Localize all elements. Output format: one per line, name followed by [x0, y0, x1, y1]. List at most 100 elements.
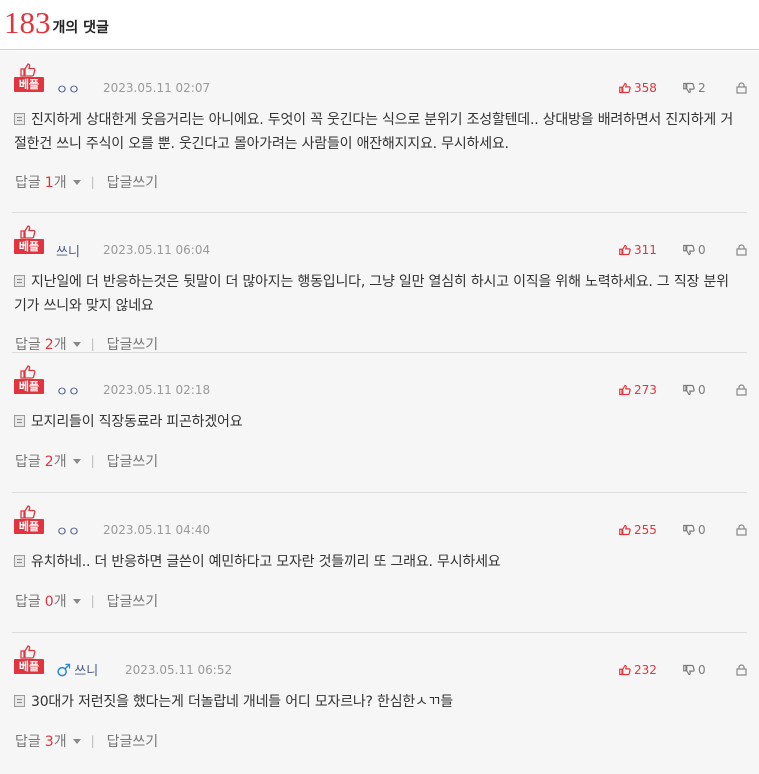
thumbs-up-icon — [20, 645, 36, 659]
report-button[interactable] — [736, 524, 747, 536]
like-button[interactable]: 311 — [619, 243, 657, 257]
thumbs-up-icon — [619, 82, 631, 94]
dislike-count: 2 — [698, 81, 706, 95]
comment-item: 베플 쓰니 2023.05.11 06:04 311 0 지난일에 더 반응하는… — [12, 213, 747, 353]
thumbs-down-icon — [683, 244, 695, 256]
comment-nickname[interactable]: ♂ 쓰니 — [56, 660, 98, 681]
thumbs-up-icon — [619, 244, 631, 256]
comment-nickname[interactable]: 쓰니 — [56, 241, 80, 260]
thumbs-down-icon — [683, 524, 695, 536]
comment-text: 지난일에 더 반응하는것은 뒷말이 더 많아지는 행동입니다, 그냥 일만 열심… — [14, 274, 729, 314]
comment-nickname[interactable]: ㅇㅇ — [56, 381, 80, 400]
thumbs-up-icon — [20, 63, 36, 77]
write-reply-button[interactable]: 답글쓰기 — [107, 451, 159, 471]
comment-actions: 답글 3개 | 답글쓰기 — [15, 731, 158, 751]
comment-nickname[interactable]: ㅇㅇ — [56, 79, 80, 98]
report-button[interactable] — [736, 664, 747, 676]
comment-content: 유치하네.. 더 반응하면 글쓴이 예민하다고 모자란 것들끼리 또 그래요. … — [14, 550, 741, 574]
document-icon — [14, 415, 25, 427]
like-button[interactable]: 232 — [619, 663, 657, 677]
thumbs-up-icon — [619, 524, 631, 536]
report-button[interactable] — [736, 82, 747, 94]
document-icon — [14, 695, 25, 707]
male-icon: ♂ — [56, 660, 72, 681]
comment-item: 베플 ㅇㅇ 2023.05.11 02:07 358 2 진지하게 상대한게 웃… — [12, 51, 747, 213]
caret-down-icon[interactable] — [72, 341, 81, 347]
caret-down-icon[interactable] — [72, 458, 81, 464]
thumbs-up-icon — [619, 384, 631, 396]
dislike-button[interactable]: 2 — [683, 81, 706, 95]
comment-actions: 답글 2개 | 답글쓰기 — [15, 334, 158, 354]
thumbs-down-icon — [683, 384, 695, 396]
comment-text: 모지리들이 직장동료라 피곤하겠어요 — [31, 414, 243, 430]
reply-toggle[interactable]: 답글 0개 — [15, 591, 67, 611]
thumbs-up-icon — [20, 505, 36, 519]
dislike-count: 0 — [698, 383, 706, 397]
lock-icon — [736, 244, 747, 256]
comment-item: 베플 ♂ 쓰니 2023.05.11 06:52 232 0 30대가 저런짓을 … — [12, 633, 747, 773]
dislike-count: 0 — [698, 523, 706, 537]
like-count: 311 — [634, 243, 657, 257]
caret-down-icon[interactable] — [72, 179, 81, 185]
comment-date: 2023.05.11 02:07 — [103, 81, 211, 95]
dislike-button[interactable]: 0 — [683, 663, 706, 677]
like-count: 358 — [634, 81, 657, 95]
comment-actions: 답글 1개 | 답글쓰기 — [15, 172, 158, 192]
comment-item: 베플 ㅇㅇ 2023.05.11 02:18 273 0 모지리들이 직장동료라 — [12, 353, 747, 493]
comment-date: 2023.05.11 02:18 — [103, 383, 211, 397]
lock-icon — [736, 664, 747, 676]
dislike-count: 0 — [698, 663, 706, 677]
document-icon — [14, 555, 25, 567]
like-count: 255 — [634, 523, 657, 537]
comment-actions: 답글 2개 | 답글쓰기 — [15, 451, 158, 471]
dislike-button[interactable]: 0 — [683, 523, 706, 537]
write-reply-button[interactable]: 답글쓰기 — [107, 172, 159, 192]
thumbs-up-icon — [20, 365, 36, 379]
thumbs-down-icon — [683, 82, 695, 94]
thumbs-down-icon — [683, 664, 695, 676]
comment-content: 30대가 저런짓을 했다는게 더놀랍네 개네들 어디 모자르나? 한심한ㅅㄲ들 — [14, 690, 741, 714]
dislike-button[interactable]: 0 — [683, 383, 706, 397]
comment-date: 2023.05.11 06:52 — [125, 663, 233, 677]
caret-down-icon[interactable] — [72, 738, 81, 744]
comment-content: 모지리들이 직장동료라 피곤하겠어요 — [14, 410, 741, 434]
document-icon — [14, 113, 25, 125]
reply-toggle[interactable]: 답글 1개 — [15, 172, 67, 192]
write-reply-button[interactable]: 답글쓰기 — [107, 334, 159, 354]
like-button[interactable]: 273 — [619, 383, 657, 397]
reply-toggle[interactable]: 답글 2개 — [15, 451, 67, 471]
dislike-button[interactable]: 0 — [683, 243, 706, 257]
caret-down-icon[interactable] — [72, 598, 81, 604]
write-reply-button[interactable]: 답글쓰기 — [107, 591, 159, 611]
lock-icon — [736, 384, 747, 396]
lock-icon — [736, 82, 747, 94]
comment-text: 진지하게 상대한게 웃음거리는 아니에요. 두엇이 꼭 웃긴다는 식으로 분위기… — [14, 112, 734, 152]
report-button[interactable] — [736, 244, 747, 256]
comment-nickname[interactable]: ㅇㅇ — [56, 521, 80, 540]
document-icon — [14, 275, 25, 287]
like-button[interactable]: 358 — [619, 81, 657, 95]
like-button[interactable]: 255 — [619, 523, 657, 537]
comment-list: 베플 ㅇㅇ 2023.05.11 02:07 358 2 진지하게 상대한게 웃… — [0, 51, 759, 774]
comment-date: 2023.05.11 04:40 — [103, 523, 211, 537]
thumbs-up-icon — [20, 225, 36, 239]
comment-count-label: 개의 댓글 — [52, 20, 109, 36]
report-button[interactable] — [736, 384, 747, 396]
comment-item: 베플 ㅇㅇ 2023.05.11 04:40 255 0 유치하네.. 더 반응… — [12, 493, 747, 633]
comment-content: 지난일에 더 반응하는것은 뒷말이 더 많아지는 행동입니다, 그냥 일만 열심… — [14, 270, 741, 318]
comment-text: 30대가 저런짓을 했다는게 더놀랍네 개네들 어디 모자르나? 한심한ㅅㄲ들 — [31, 694, 454, 710]
comment-content: 진지하게 상대한게 웃음거리는 아니에요. 두엇이 꼭 웃긴다는 식으로 분위기… — [14, 108, 741, 156]
like-count: 232 — [634, 663, 657, 677]
comment-header: 183 개의 댓글 — [0, 0, 759, 50]
reply-toggle[interactable]: 답글 3개 — [15, 731, 67, 751]
comment-date: 2023.05.11 06:04 — [103, 243, 211, 257]
thumbs-up-icon — [619, 664, 631, 676]
comment-actions: 답글 0개 | 답글쓰기 — [15, 591, 158, 611]
like-count: 273 — [634, 383, 657, 397]
dislike-count: 0 — [698, 243, 706, 257]
comment-count: 183 — [4, 5, 51, 40]
write-reply-button[interactable]: 답글쓰기 — [107, 731, 159, 751]
comments-page: 183 개의 댓글 베플 ㅇㅇ 2023.05.11 02:07 358 2 진… — [0, 0, 759, 774]
reply-toggle[interactable]: 답글 2개 — [15, 334, 67, 354]
comment-text: 유치하네.. 더 반응하면 글쓴이 예민하다고 모자란 것들끼리 또 그래요. … — [31, 554, 501, 570]
